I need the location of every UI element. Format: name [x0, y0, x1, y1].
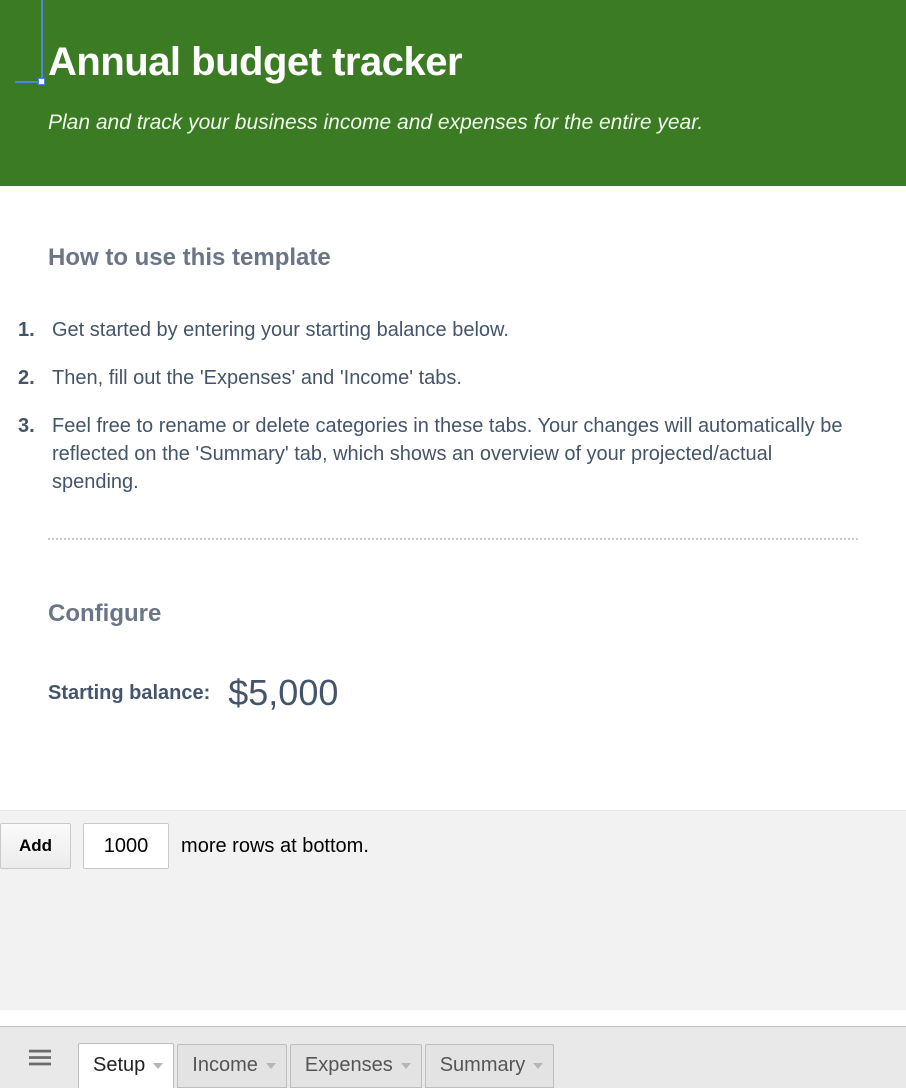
howto-steps: 1. Get started by entering your starting… — [18, 316, 858, 496]
starting-balance-row: Starting balance: $5,000 — [48, 672, 858, 714]
page-subtitle: Plan and track your business income and … — [48, 111, 906, 135]
sheet-tab-label: Summary — [440, 1054, 526, 1077]
chevron-down-icon[interactable] — [266, 1063, 276, 1069]
section-divider — [48, 538, 858, 540]
chevron-down-icon[interactable] — [533, 1063, 543, 1069]
step-text: Get started by entering your starting ba… — [52, 316, 858, 344]
chevron-down-icon[interactable] — [153, 1063, 163, 1069]
howto-step: 3. Feel free to rename or delete categor… — [18, 412, 858, 496]
starting-balance-value[interactable]: $5,000 — [228, 672, 338, 714]
sheet-tab-income[interactable]: Income — [177, 1044, 287, 1088]
cell-selection-handle[interactable] — [38, 78, 45, 85]
sheet-tab-setup[interactable]: Setup — [78, 1043, 174, 1088]
add-rows-button[interactable]: Add — [0, 823, 71, 869]
step-number: 3. — [18, 412, 52, 496]
add-rows-count-input[interactable] — [83, 823, 169, 869]
step-number: 2. — [18, 364, 52, 392]
howto-heading: How to use this template — [48, 244, 858, 272]
howto-step: 2. Then, fill out the 'Expenses' and 'In… — [18, 364, 858, 392]
sheet-tab-label: Expenses — [305, 1054, 393, 1077]
content-area: How to use this template 1. Get started … — [0, 186, 906, 714]
hero-banner: Annual budget tracker Plan and track you… — [0, 0, 906, 186]
step-text: Then, fill out the 'Expenses' and 'Incom… — [52, 364, 858, 392]
add-rows-bar: Add more rows at bottom. — [0, 810, 906, 1010]
all-sheets-button[interactable] — [20, 1038, 60, 1078]
page-title: Annual budget tracker — [48, 40, 906, 85]
sheet-tab-summary[interactable]: Summary — [425, 1044, 555, 1088]
sheet-tab-label: Setup — [93, 1054, 145, 1077]
cell-selection-edge-vertical — [41, 0, 43, 85]
step-text: Feel free to rename or delete categories… — [52, 412, 858, 496]
chevron-down-icon[interactable] — [401, 1063, 411, 1069]
sheet-tab-expenses[interactable]: Expenses — [290, 1044, 422, 1088]
sheet-tab-bar: Setup Income Expenses Summary — [0, 1026, 906, 1088]
starting-balance-label: Starting balance: — [48, 682, 210, 705]
add-rows-suffix: more rows at bottom. — [181, 823, 369, 869]
all-sheets-icon — [29, 1049, 51, 1067]
sheet-tab-label: Income — [192, 1054, 258, 1077]
configure-heading: Configure — [48, 600, 858, 628]
step-number: 1. — [18, 316, 52, 344]
howto-step: 1. Get started by entering your starting… — [18, 316, 858, 344]
